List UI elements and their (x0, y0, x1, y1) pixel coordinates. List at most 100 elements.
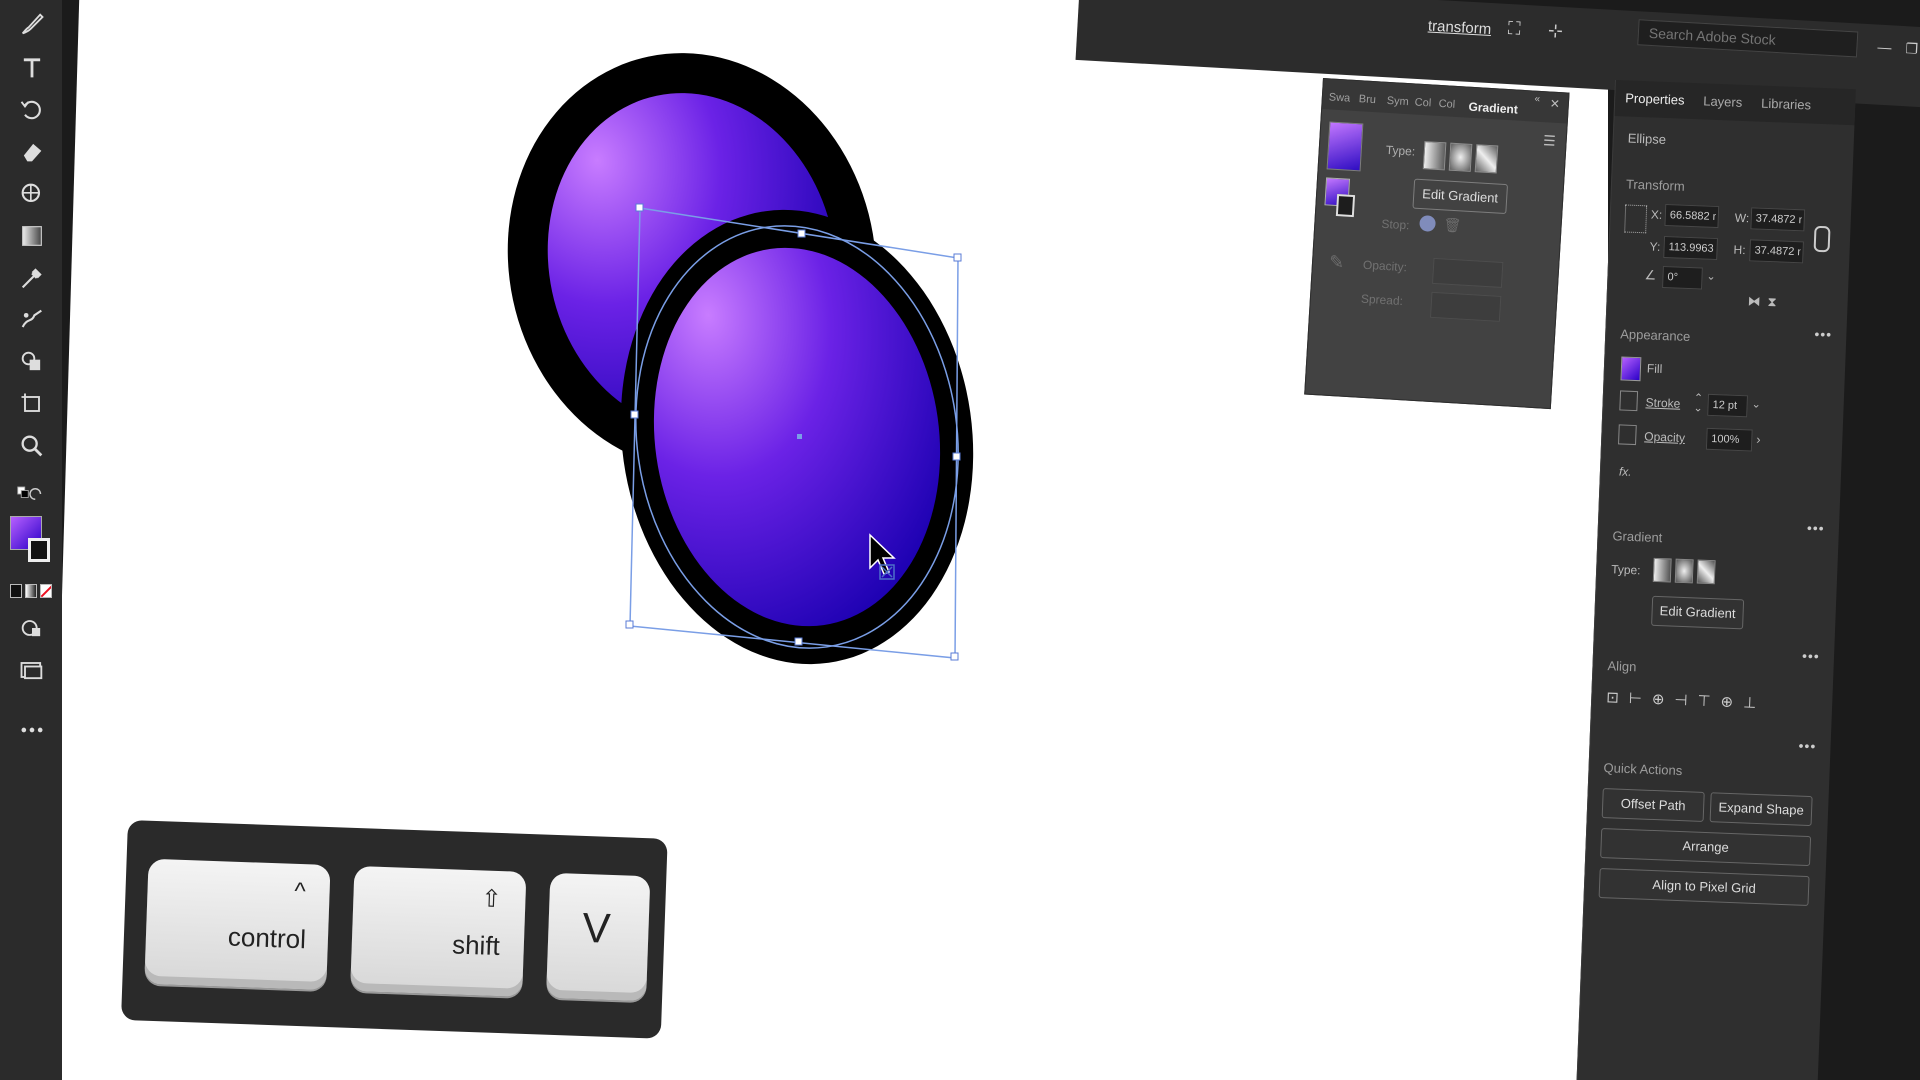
tab-symbols[interactable]: Sym (1386, 95, 1409, 108)
gradient-panel: Swa Bru Sym Col Col Gradient ✕ « ☰ Type:… (1304, 78, 1570, 410)
stroke-weight-field[interactable] (1707, 393, 1748, 418)
align-bottom-icon[interactable]: ⊥ (1743, 693, 1757, 717)
x-position-field[interactable] (1664, 204, 1720, 229)
arrange-button[interactable]: Arrange (1600, 828, 1812, 867)
tab-color-guide[interactable]: Col (1438, 98, 1455, 111)
eyedropper-tool-icon[interactable] (16, 262, 48, 294)
screen-mode-icon[interactable] (16, 654, 48, 686)
eyedropper-icon[interactable]: ✎ (1328, 252, 1345, 274)
artboard-tool-icon[interactable] (16, 388, 48, 420)
appearance-more-icon[interactable]: ••• (1814, 326, 1832, 343)
tab-libraries[interactable]: Libraries (1761, 96, 1811, 113)
shape-group-tool-icon[interactable] (16, 346, 48, 378)
freeform-gradient-button-props[interactable] (1696, 559, 1716, 585)
align-to-selection-icon[interactable]: ⊡ (1606, 688, 1619, 712)
constrain-proportions-icon[interactable] (1813, 225, 1831, 253)
color-gradient-none-buttons[interactable] (10, 584, 52, 598)
align-to-pixel-grid-button[interactable]: Align to Pixel Grid (1598, 867, 1810, 907)
radial-gradient-button[interactable] (1448, 142, 1473, 172)
opacity-link[interactable]: Opacity (1644, 429, 1685, 445)
zoom-tool-icon[interactable] (16, 430, 48, 462)
opacity-label: Opacity: (1362, 257, 1408, 275)
opacity-field[interactable] (1431, 257, 1504, 288)
tab-gradient[interactable]: Gradient (1468, 100, 1518, 117)
align-left-icon[interactable]: ⊢ (1628, 689, 1643, 713)
stop-color-icon[interactable] (1419, 214, 1437, 232)
align-center-horizontal-icon[interactable]: ⊕ (1651, 690, 1665, 714)
flip-horizontal-icon[interactable]: ⧓ (1747, 293, 1761, 309)
tab-brushes[interactable]: Bru (1358, 93, 1376, 106)
align-options-icon[interactable]: ⊹ (1547, 20, 1574, 43)
properties-panel: Properties Layers Libraries Ellipse Tran… (1575, 80, 1856, 1080)
edit-gradient-button[interactable]: Edit Gradient (1412, 178, 1508, 215)
opacity-value-field[interactable] (1705, 427, 1753, 452)
rotate-tool-icon[interactable] (16, 94, 48, 126)
default-colors-swap-icon[interactable] (10, 478, 50, 510)
tab-layers[interactable]: Layers (1703, 93, 1743, 109)
freeform-gradient-button[interactable] (1474, 144, 1499, 174)
align-top-icon[interactable]: ⊤ (1697, 692, 1711, 716)
angle-dropdown-icon[interactable]: ⌄ (1706, 270, 1716, 283)
panel-menu-icon[interactable]: ☰ (1543, 132, 1556, 150)
offset-path-button[interactable]: Offset Path (1601, 788, 1705, 822)
stroke-stepper-icon[interactable]: ⌃ ⌄ (1693, 392, 1703, 414)
expand-shape-button[interactable]: Expand Shape (1709, 792, 1813, 827)
tab-swatches[interactable]: Swa (1329, 91, 1351, 104)
gradient-more-icon[interactable]: ••• (1807, 520, 1825, 537)
v-key-label: V (581, 903, 612, 952)
linear-gradient-button-props[interactable] (1652, 557, 1672, 583)
reference-point-icon[interactable] (1624, 204, 1648, 234)
paintbrush-tool-icon[interactable] (16, 8, 48, 40)
rotate-angle-icon: ∠ (1644, 267, 1657, 283)
none-mode-button[interactable] (40, 584, 52, 598)
more-tools-icon[interactable] (16, 714, 48, 746)
transform-link[interactable]: transform (1428, 18, 1492, 39)
type-tool-icon[interactable] (16, 52, 48, 84)
opacity-icon (1618, 424, 1637, 446)
height-field[interactable] (1749, 239, 1804, 264)
radial-gradient-button-props[interactable] (1674, 558, 1694, 584)
close-panel-icon[interactable]: ✕ (1549, 97, 1560, 112)
eraser-tool-icon[interactable] (16, 136, 48, 168)
gradient-fill-stroke-swatch[interactable] (1324, 177, 1361, 223)
flip-vertical-icon[interactable]: ⧗ (1767, 294, 1777, 310)
adobe-stock-search-input[interactable] (1637, 19, 1859, 58)
fx-effects-button[interactable]: fx. (1619, 464, 1632, 478)
stroke-swatch[interactable] (28, 538, 50, 562)
illustrator-workspace: transform ⛶ ⊹ — ❐ ✕ Swa Bru Sym Col Col … (0, 0, 1920, 1080)
drawing-mode-icon[interactable] (16, 612, 48, 644)
align-buttons-row: ⊡ ⊢ ⊕ ⊣ ⊤ ⊕ ⊥ (1606, 688, 1807, 720)
delete-stop-icon[interactable]: 🗑 (1443, 216, 1462, 234)
align-more-icon[interactable]: ••• (1802, 648, 1820, 665)
puppet-warp-tool-icon[interactable] (16, 304, 48, 336)
gradient-type-label: Type: (1385, 142, 1416, 159)
width-field[interactable] (1750, 207, 1806, 232)
opacity-arrow-icon[interactable]: › (1756, 432, 1761, 447)
keyboard-shortcut-overlay: ^ control ⇧ shift V (121, 820, 668, 1039)
gradient-preview-swatch[interactable] (1326, 121, 1364, 172)
isolate-group-icon[interactable]: ⛶ (1507, 18, 1534, 41)
fill-color-swatch[interactable] (1620, 356, 1642, 382)
rotation-angle-field[interactable] (1662, 265, 1703, 290)
restore-window-icon[interactable]: ❐ (1905, 40, 1920, 63)
align-center-vertical-icon[interactable]: ⊕ (1720, 693, 1733, 717)
align-right-icon[interactable]: ⊣ (1674, 691, 1688, 715)
tab-color[interactable]: Col (1414, 96, 1431, 109)
fill-stroke-swatch[interactable] (10, 516, 56, 568)
gradient-mode-button[interactable] (25, 584, 37, 598)
gradient-stroke-swatch[interactable] (1335, 194, 1356, 218)
minimize-window-icon[interactable]: — (1877, 39, 1904, 62)
shape-builder-tool-icon[interactable] (16, 178, 48, 210)
linear-gradient-button[interactable] (1422, 141, 1447, 171)
spread-field[interactable] (1429, 291, 1502, 322)
stroke-dropdown-icon[interactable]: ⌄ (1751, 397, 1761, 410)
stroke-link[interactable]: Stroke (1645, 395, 1680, 410)
gradient-tool-icon[interactable] (16, 220, 48, 252)
edit-gradient-button-props[interactable]: Edit Gradient (1651, 595, 1745, 630)
color-mode-button[interactable] (10, 584, 22, 598)
collapse-panel-icon[interactable]: « (1534, 94, 1540, 105)
y-position-field[interactable] (1663, 235, 1719, 261)
quick-actions-more-icon[interactable]: ••• (1798, 738, 1816, 755)
tab-properties[interactable]: Properties (1625, 90, 1685, 107)
control-key: ^ control (144, 858, 331, 991)
